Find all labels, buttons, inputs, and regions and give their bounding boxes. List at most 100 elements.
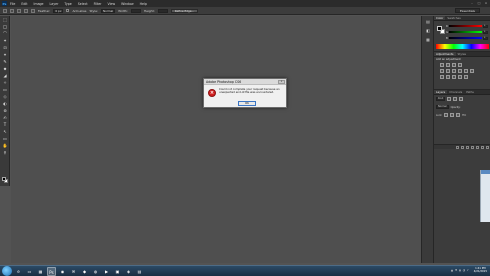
link-layers-icon[interactable] — [456, 146, 459, 149]
style-select[interactable]: Normal — [100, 8, 116, 13]
levels-icon[interactable] — [446, 63, 450, 67]
invert-icon[interactable] — [440, 75, 444, 79]
threshold-icon[interactable] — [452, 75, 456, 79]
lock-all-icon[interactable] — [456, 113, 461, 117]
black-white-icon[interactable] — [458, 69, 462, 73]
quick-select-tool-icon[interactable]: ✦ — [2, 38, 8, 44]
maximize-button[interactable]: □ — [477, 1, 481, 5]
new-adjustment-icon[interactable] — [471, 146, 474, 149]
type-tool-icon[interactable]: T — [2, 122, 8, 128]
exposure-icon[interactable] — [458, 63, 462, 67]
eraser-tool-icon[interactable]: ▭ — [2, 87, 8, 93]
add-mask-icon[interactable] — [466, 146, 469, 149]
taskbar-clock[interactable]: 1:41 PM 4/21/2015 — [474, 267, 487, 273]
dodge-tool-icon[interactable]: ⊚ — [2, 108, 8, 114]
width-input[interactable] — [130, 8, 141, 13]
eyedropper-tool-icon[interactable]: ⌖ — [2, 52, 8, 58]
dialog-close-button[interactable]: x — [278, 80, 285, 84]
zoom-tool-icon[interactable]: ⚲ — [2, 150, 8, 156]
tray-volume-icon[interactable]: ♪ — [467, 269, 469, 272]
tray-flag-icon[interactable]: ⚑ — [455, 269, 457, 272]
path-select-tool-icon[interactable]: ↖ — [2, 129, 8, 135]
crop-tool-icon[interactable]: ⊡ — [2, 45, 8, 51]
brightness-contrast-icon[interactable] — [440, 63, 444, 67]
layer-kind-filter[interactable]: Kind — [436, 97, 446, 101]
pen-tool-icon[interactable]: ✍ — [2, 115, 8, 121]
feather-input[interactable]: 0 px — [53, 8, 64, 13]
taskbar-media-icon[interactable]: ◉ — [58, 267, 67, 276]
tray-expand-icon[interactable]: ▲ — [451, 269, 453, 272]
color-panel-foreground-swatch[interactable] — [437, 26, 442, 31]
intersect-selection-icon[interactable] — [31, 8, 35, 13]
lock-position-icon[interactable] — [450, 113, 455, 117]
healing-brush-tool-icon[interactable]: ✎ — [2, 59, 8, 65]
height-input[interactable] — [157, 8, 168, 13]
hand-tool-icon[interactable]: ✋ — [2, 143, 8, 149]
blend-mode-select[interactable]: Normal — [436, 105, 449, 109]
history-panel-icon[interactable]: ▤ — [425, 19, 431, 25]
green-track[interactable] — [449, 31, 482, 33]
tool-preset-picker[interactable] — [3, 8, 7, 13]
tray-network-icon[interactable]: ◔ — [463, 269, 465, 272]
gradient-map-icon[interactable] — [458, 75, 462, 79]
menu-filter[interactable]: Filter — [94, 2, 102, 6]
color-balance-icon[interactable] — [452, 69, 456, 73]
tab-layers[interactable]: Layers — [434, 90, 448, 94]
marquee-tool-icon[interactable]: ◯ — [2, 24, 8, 30]
menu-layer[interactable]: Layer — [50, 2, 59, 6]
red-value-input[interactable]: 0 — [483, 24, 488, 28]
type-filter-icon[interactable] — [459, 97, 464, 101]
taskbar-app3-icon[interactable]: ◈ — [124, 267, 133, 276]
taskbar-mail-icon[interactable]: ✉ — [69, 267, 78, 276]
blur-tool-icon[interactable]: ◐ — [2, 101, 8, 107]
gradient-tool-icon[interactable]: ◇ — [2, 94, 8, 100]
blue-slider[interactable]: B 0 — [446, 36, 488, 40]
tab-adjustments[interactable]: Adjustments — [434, 52, 456, 56]
workspace-switcher[interactable]: Essentials — [454, 8, 480, 13]
pixel-filter-icon[interactable] — [447, 97, 452, 101]
menu-help[interactable]: Help — [140, 2, 147, 6]
properties-panel-icon[interactable]: ◧ — [425, 28, 431, 34]
new-selection-icon[interactable] — [10, 8, 14, 13]
add-selection-icon[interactable] — [17, 8, 21, 13]
refine-edge-button[interactable]: Refine Edge... — [170, 8, 199, 13]
tray-battery-icon[interactable]: ▮ — [459, 269, 460, 272]
menu-view[interactable]: View — [107, 2, 115, 6]
tab-swatches[interactable]: Swatches — [445, 16, 462, 20]
background-browser-window[interactable] — [480, 170, 490, 222]
subtract-selection-icon[interactable] — [24, 8, 28, 13]
green-value-input[interactable]: 0 — [483, 30, 488, 34]
delete-layer-icon[interactable] — [486, 146, 489, 149]
taskbar-player-icon[interactable]: ▶ — [102, 267, 111, 276]
new-layer-icon[interactable] — [481, 146, 484, 149]
menu-edit[interactable]: Edit — [21, 2, 27, 6]
menu-select[interactable]: Select — [78, 2, 88, 6]
color-spectrum-ramp[interactable] — [436, 44, 489, 49]
curves-icon[interactable] — [452, 63, 456, 67]
adjustment-filter-icon[interactable] — [453, 97, 458, 101]
taskbar-chrome-icon[interactable]: ◍ — [91, 267, 100, 276]
taskbar-app4-icon[interactable]: ▤ — [135, 267, 144, 276]
posterize-icon[interactable] — [446, 75, 450, 79]
history-brush-tool-icon[interactable]: ✧ — [2, 80, 8, 86]
lasso-tool-icon[interactable]: ⌒ — [2, 31, 8, 37]
menu-file[interactable]: File — [10, 2, 15, 6]
dialog-titlebar[interactable]: Adobe Photoshop CS6 x — [204, 79, 286, 85]
red-slider[interactable]: R 0 — [446, 24, 488, 28]
tab-paths[interactable]: Paths — [464, 90, 476, 94]
shape-tool-icon[interactable]: ▭ — [2, 136, 8, 142]
taskbar-photoshop-icon[interactable]: Ps — [47, 266, 56, 276]
clone-stamp-tool-icon[interactable]: ◢ — [2, 73, 8, 79]
lock-pixels-icon[interactable] — [444, 113, 449, 117]
channel-mixer-icon[interactable] — [470, 69, 474, 73]
taskbar-explorer-icon[interactable]: ▭ — [25, 267, 34, 276]
antialias-checkbox[interactable] — [66, 9, 70, 12]
taskbar-app-icon[interactable]: ▦ — [36, 267, 45, 276]
photo-filter-icon[interactable] — [464, 69, 468, 73]
taskbar-window-icon[interactable]: ▣ — [113, 267, 122, 276]
start-button[interactable] — [2, 266, 12, 276]
tab-styles[interactable]: Styles — [456, 52, 468, 56]
close-button[interactable]: × — [484, 1, 488, 5]
green-slider[interactable]: G 0 — [446, 30, 488, 34]
vibrance-icon[interactable] — [440, 69, 444, 73]
